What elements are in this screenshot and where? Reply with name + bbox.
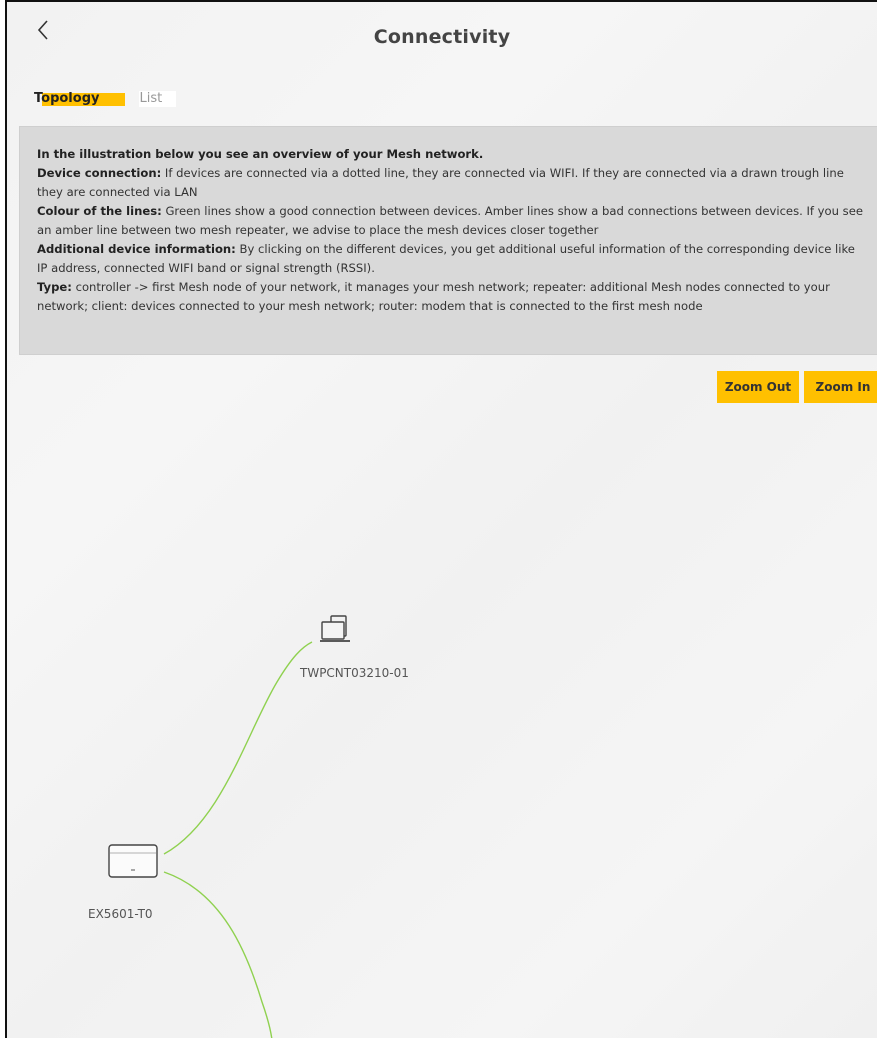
link-controller-downstream [163, 871, 273, 1038]
router-icon[interactable] [108, 844, 158, 878]
topology-canvas [108, 615, 350, 1038]
connectivity-page: Connectivity Topology List In the illust… [5, 0, 877, 1038]
link-controller-to-client [163, 641, 313, 855]
node-label-controller[interactable]: EX5601-T0 [88, 907, 153, 921]
tab-topology[interactable]: Topology [32, 91, 125, 107]
computer-icon[interactable] [320, 615, 350, 642]
node-label-client[interactable]: TWPCNT03210-01 [300, 666, 409, 680]
tab-topology-label: Topology [34, 91, 100, 106]
